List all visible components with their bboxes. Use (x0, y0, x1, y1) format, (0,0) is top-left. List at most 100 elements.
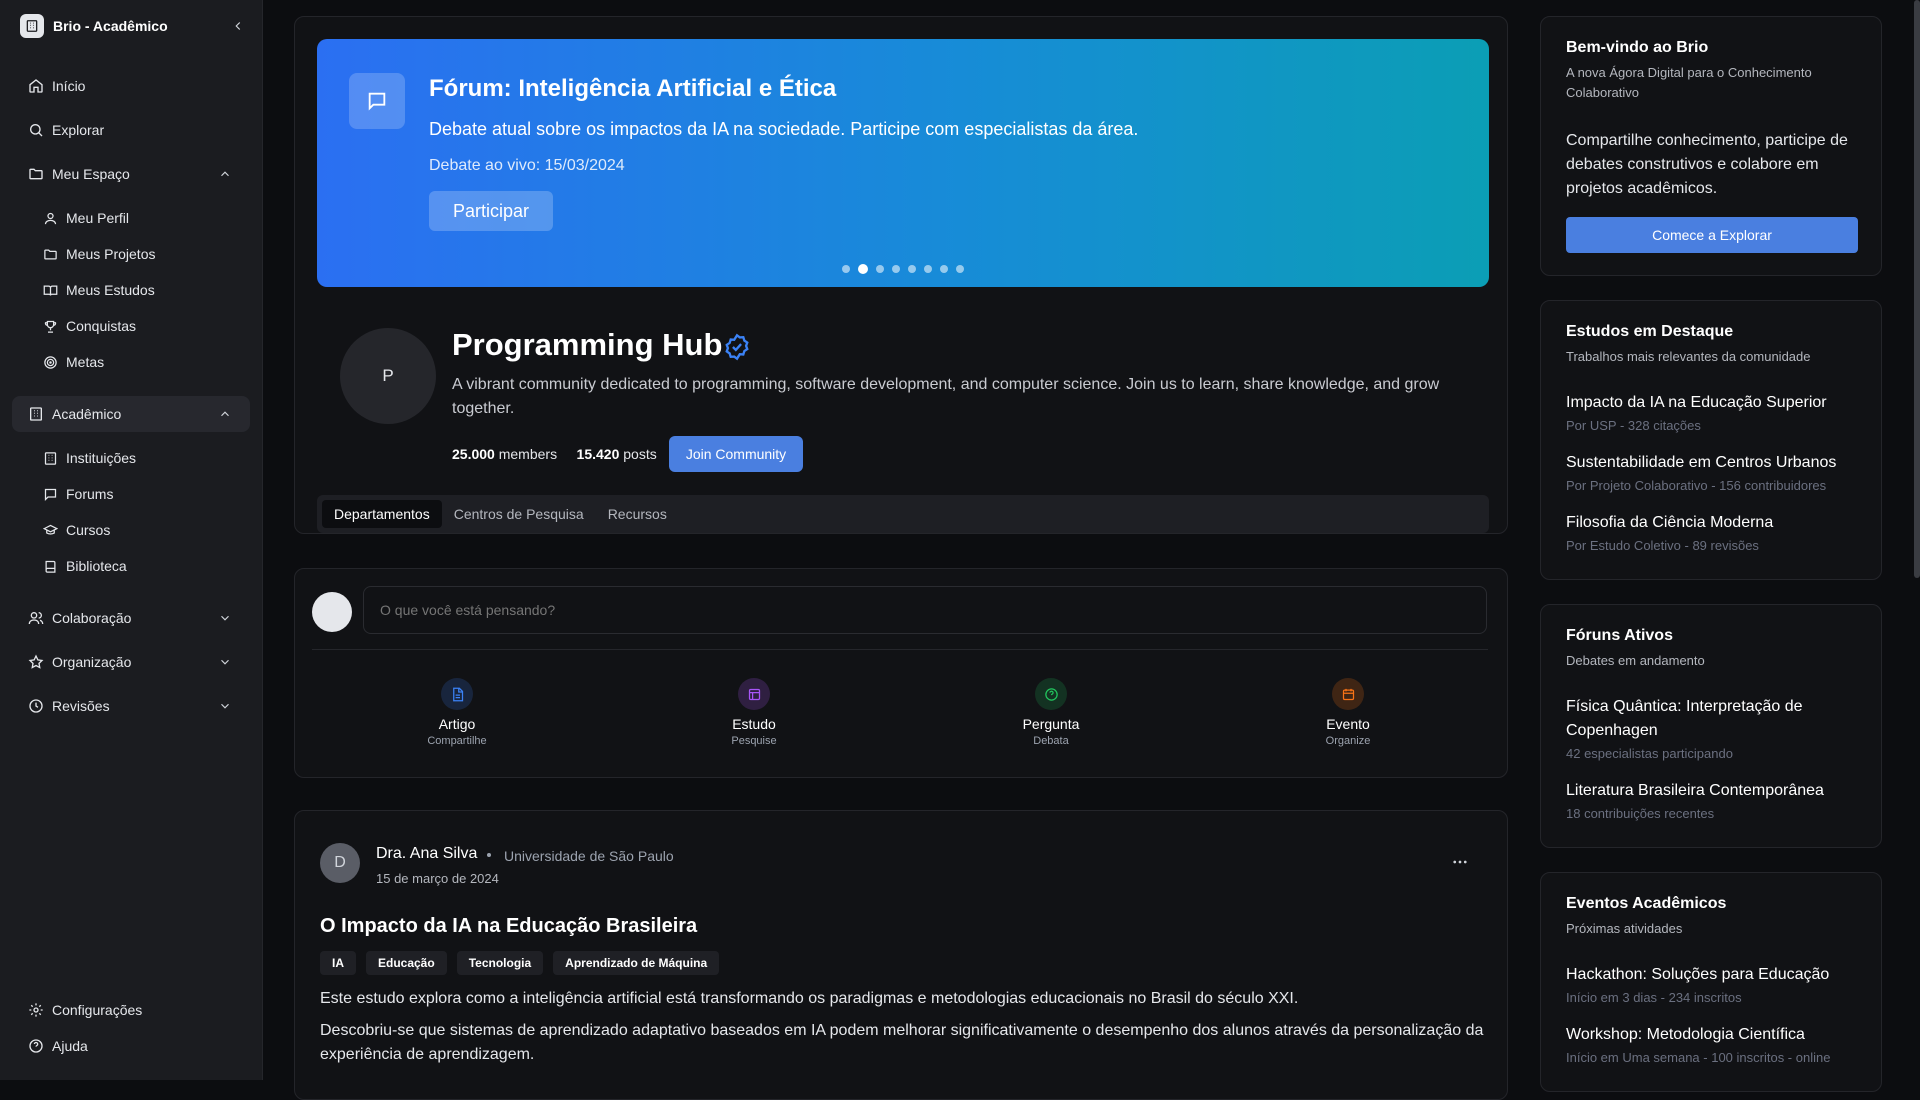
sidebar-item-metas[interactable]: Metas (43, 348, 104, 376)
document-icon (441, 678, 473, 710)
nav-label: Meu Espaço (52, 166, 130, 182)
sidebar-item-instituicoes[interactable]: Instituições (43, 444, 136, 472)
forum-item-meta: 18 contribuições recentes (1566, 806, 1715, 821)
post-tags: IA Educação Tecnologia Aprendizado de Má… (320, 951, 720, 975)
nav-label: Acadêmico (52, 406, 122, 422)
search-icon (28, 122, 44, 138)
layout-icon (738, 678, 770, 710)
estudos-subtitle: Trabalhos mais relevantes da comunidade (1566, 349, 1811, 364)
page-scrollbar[interactable] (1914, 0, 1920, 578)
nav-label: Início (52, 78, 86, 94)
tag[interactable]: Aprendizado de Máquina (553, 951, 720, 975)
tag[interactable]: Tecnologia (456, 951, 544, 975)
nav-inicio[interactable]: Início (12, 68, 250, 104)
nav-configuracoes[interactable]: Configurações (12, 992, 250, 1028)
forum-item-title[interactable]: Física Quântica: Interpretação de Copenh… (1566, 695, 1866, 743)
estudo-item-meta: Por USP - 328 citações (1566, 418, 1701, 433)
nav-organizacao[interactable]: Organização (12, 644, 250, 680)
carousel-dot[interactable] (892, 265, 900, 273)
nav-label: Ajuda (52, 1038, 88, 1054)
estudos-title: Estudos em Destaque (1566, 323, 1734, 340)
sidebar-item-forums[interactable]: Forums (43, 480, 113, 508)
sidebar-item-meus-projetos[interactable]: Meus Projetos (43, 240, 155, 268)
members-count: 25.000 (452, 446, 495, 462)
estudos-card: Estudos em Destaque Trabalhos mais relev… (1540, 300, 1882, 580)
sidebar-item-label: Metas (66, 354, 105, 370)
help-circle-icon (28, 1038, 44, 1054)
comece-a-explorar-button[interactable]: Comece a Explorar (1566, 217, 1858, 253)
action-evento[interactable]: Evento Organize (1288, 678, 1408, 747)
posts-count: 15.420 (576, 446, 620, 462)
nav-meu-espaco[interactable]: Meu Espaço (12, 156, 250, 192)
more-options-icon[interactable] (1451, 853, 1469, 871)
nav-label: Explorar (52, 122, 105, 138)
graduation-cap-icon (43, 523, 58, 538)
estudo-item-title[interactable]: Impacto da IA na Educação Superior (1566, 391, 1866, 415)
brand[interactable]: Brio - Acadêmico (20, 14, 245, 38)
building-logo-icon (20, 14, 44, 38)
eventos-title: Eventos Acadêmicos (1566, 895, 1727, 912)
composer-input[interactable] (363, 586, 1487, 634)
estudo-item-title[interactable]: Sustentabilidade em Centros Urbanos (1566, 451, 1866, 475)
action-sub: Organize (1325, 735, 1371, 747)
nav-colaboracao[interactable]: Colaboração (12, 600, 250, 636)
carousel-dot[interactable] (908, 265, 916, 273)
users-icon (28, 610, 44, 626)
carousel-dot[interactable] (956, 265, 964, 273)
carousel-dot[interactable] (876, 265, 884, 273)
carousel-dot[interactable] (842, 265, 850, 273)
carousel-dot[interactable] (924, 265, 932, 273)
tab-recursos[interactable]: Recursos (596, 500, 679, 528)
sidebar-item-label: Meu Perfil (66, 210, 130, 226)
chevron-down-icon (218, 699, 232, 713)
action-pergunta[interactable]: Pergunta Debata (991, 678, 1111, 747)
community-card: Fórum: Inteligência Artificial e Ética D… (294, 16, 1508, 534)
gear-icon (28, 1002, 44, 1018)
calendar-icon (1332, 678, 1364, 710)
foruns-subtitle: Debates em andamento (1566, 653, 1705, 668)
carousel-dot[interactable] (858, 264, 868, 274)
post-author[interactable]: Dra. Ana Silva (376, 845, 477, 863)
tab-centros-de-pesquisa[interactable]: Centros de Pesquisa (442, 500, 596, 528)
sidebar-item-meu-perfil[interactable]: Meu Perfil (43, 204, 129, 232)
action-label: Pergunta (1022, 716, 1080, 732)
tab-departamentos[interactable]: Departamentos (322, 500, 442, 528)
post-paragraph: Este estudo explora como a inteligência … (320, 990, 1299, 1007)
participar-button[interactable]: Participar (429, 191, 553, 231)
book-icon (43, 559, 58, 574)
nav-explorar[interactable]: Explorar (12, 112, 250, 148)
composer-card: Artigo Compartilhe Estudo Pesquise Pergu… (294, 568, 1508, 778)
sidebar-item-cursos[interactable]: Cursos (43, 516, 110, 544)
evento-item-title[interactable]: Hackathon: Soluções para Educação (1566, 963, 1866, 987)
estudo-item-title[interactable]: Filosofia da Ciência Moderna (1566, 511, 1866, 535)
sidebar-item-biblioteca[interactable]: Biblioteca (43, 552, 127, 580)
sidebar-item-conquistas[interactable]: Conquistas (43, 312, 136, 340)
nav-label: Configurações (52, 1002, 143, 1018)
action-sub: Debata (1033, 735, 1069, 747)
tag[interactable]: Educação (366, 951, 447, 975)
nav-label: Organização (52, 654, 132, 670)
eventos-subtitle: Próximas atividades (1566, 921, 1683, 936)
sidebar-item-label: Meus Projetos (66, 246, 156, 262)
post-paragraph: Descobriu-se que sistemas de aprendizado… (320, 1022, 1484, 1063)
forum-item-title[interactable]: Literatura Brasileira Contemporânea (1566, 779, 1866, 803)
nav-ajuda[interactable]: Ajuda (12, 1028, 250, 1064)
nav-academico[interactable]: Acadêmico (12, 396, 250, 432)
welcome-card: Bem-vindo ao Brio A nova Ágora Digital p… (1540, 16, 1882, 276)
sidebar-item-meus-estudos[interactable]: Meus Estudos (43, 276, 155, 304)
nav-revisoes[interactable]: Revisões (12, 688, 250, 724)
join-community-button[interactable]: Join Community (669, 436, 803, 472)
evento-item-title[interactable]: Workshop: Metodologia Científica (1566, 1023, 1866, 1047)
post-title[interactable]: O Impacto da IA na Educação Brasileira (320, 915, 697, 938)
post-date: 15 de março de 2024 (376, 871, 499, 886)
separator-dot (487, 853, 491, 857)
action-estudo[interactable]: Estudo Pesquise (694, 678, 814, 747)
collapse-sidebar-icon[interactable] (231, 19, 245, 33)
tag[interactable]: IA (320, 951, 356, 975)
estudo-item-meta: Por Projeto Colaborativo - 156 contribui… (1566, 478, 1827, 493)
carousel-dot[interactable] (940, 265, 948, 273)
help-circle-icon (1035, 678, 1067, 710)
verified-badge-icon (723, 333, 751, 361)
author-avatar[interactable]: D (320, 843, 360, 883)
action-artigo[interactable]: Artigo Compartilhe (397, 678, 517, 747)
